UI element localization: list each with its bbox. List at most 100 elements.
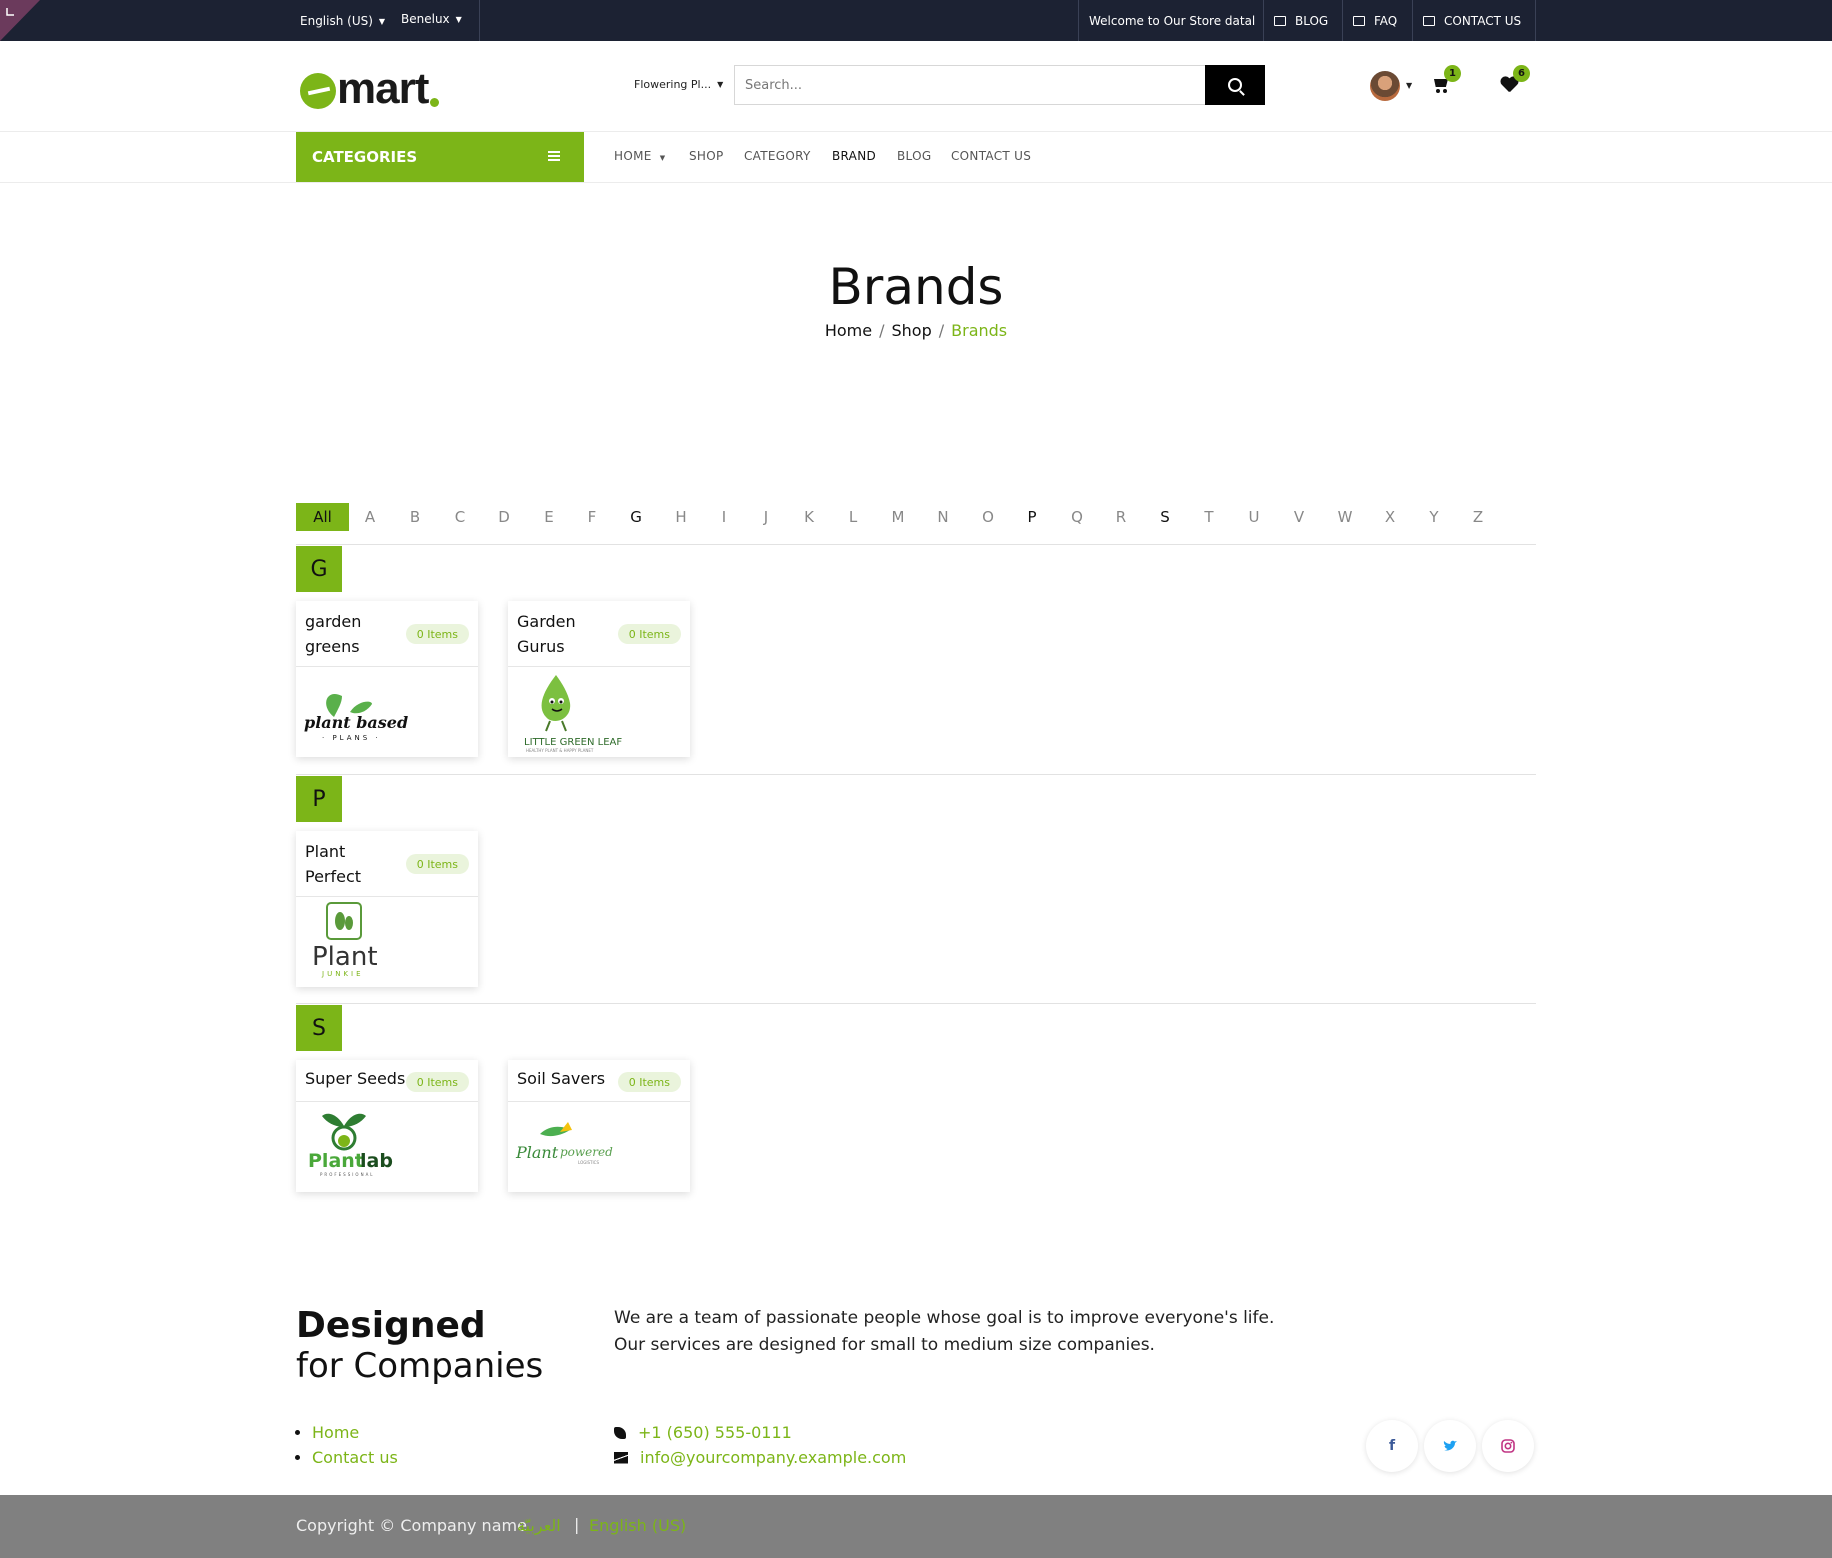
brand-item-count: 0 Items: [405, 1072, 469, 1092]
svg-text:Plant: Plant: [312, 942, 378, 972]
filter-letter-n[interactable]: N: [928, 503, 958, 531]
filter-letter-g[interactable]: G: [621, 503, 651, 531]
filter-letter-s[interactable]: S: [1150, 503, 1180, 531]
chevron-down-icon: ▼: [378, 16, 386, 26]
region-selector[interactable]: Benelux ▼: [401, 12, 462, 26]
plant-powered-logo-image: Plant powered LOGISTICS: [515, 1122, 613, 1165]
user-avatar[interactable]: [1370, 71, 1400, 101]
filter-letter-m[interactable]: M: [883, 503, 913, 531]
twitter-icon[interactable]: [1424, 1420, 1476, 1472]
filter-letter-l[interactable]: L: [838, 503, 868, 531]
filter-all[interactable]: All: [296, 503, 349, 531]
brand-card-soil-savers[interactable]: Soil Savers 0 Items Plant powered LOGIST…: [508, 1060, 690, 1192]
nav-home[interactable]: HOME ▼: [614, 149, 665, 163]
breadcrumb-shop[interactable]: Shop: [892, 321, 932, 340]
cart-count-badge: 1: [1444, 65, 1461, 82]
filter-letter-k[interactable]: K: [794, 503, 824, 531]
filter-letter-r[interactable]: R: [1106, 503, 1136, 531]
filter-letter-j[interactable]: J: [751, 503, 781, 531]
brand-card-super-seeds[interactable]: Super Seeds 0 Items Plant lab PROFESSION…: [296, 1060, 478, 1192]
search-button[interactable]: [1205, 65, 1265, 105]
svg-text:LOGISTICS: LOGISTICS: [578, 1160, 599, 1165]
language-selector[interactable]: English (US) ▼: [300, 14, 385, 28]
facebook-icon[interactable]: f: [1366, 1420, 1418, 1472]
svg-text:JUNKIE: JUNKIE: [321, 970, 364, 978]
brand-logo[interactable]: Plant JUNKIE: [296, 897, 478, 987]
filter-letter-q[interactable]: Q: [1062, 503, 1092, 531]
footer-description: We are a team of passionate people whose…: [614, 1308, 1275, 1355]
brand-name[interactable]: Plant Perfect: [305, 839, 400, 889]
footer-subtitle: for Companies: [296, 1346, 544, 1386]
filter-letter-a[interactable]: A: [355, 503, 385, 531]
corner-fold-icon: [0, 0, 40, 41]
filter-letter-u[interactable]: U: [1239, 503, 1269, 531]
top-bar: English (US) ▼ Benelux ▼ Welcome to Our St…: [0, 0, 1832, 41]
footer-title: Designed: [296, 1305, 486, 1346]
footer-phone[interactable]: +1 (650) 555-0111: [638, 1420, 792, 1445]
nav-shop[interactable]: SHOP: [689, 149, 724, 163]
header: mart Flowering Pl...▼ ▼ 1 6: [0, 41, 1832, 132]
brand-card-garden-gurus[interactable]: Garden Gurus 0 Items LITTLE GREEN LEAF H…: [508, 601, 690, 757]
brand-logo[interactable]: LITTLE GREEN LEAF HEALTHY PLANT & HAPPY …: [508, 667, 690, 757]
nav-blog[interactable]: BLOG: [897, 149, 931, 163]
topbar-faq-link[interactable]: FAQ: [1353, 0, 1397, 41]
brand-card-plant-perfect[interactable]: Plant Perfect 0 Items Plant JUNKIE: [296, 831, 478, 987]
filter-letter-c[interactable]: C: [445, 503, 475, 531]
page-title: Brands: [828, 258, 1004, 316]
filter-letter-o[interactable]: O: [973, 503, 1003, 531]
plant-based-logo-image: plant based · PLANS ·: [304, 694, 408, 742]
svg-text:PROFESSIONAL: PROFESSIONAL: [320, 1172, 375, 1177]
categories-button[interactable]: CATEGORIES: [296, 132, 584, 182]
footer-link-home[interactable]: Home: [312, 1423, 359, 1442]
language-arabic-link[interactable]: العربيّة: [517, 1516, 561, 1535]
chevron-down-icon[interactable]: ▼: [1406, 81, 1412, 90]
filter-letter-v[interactable]: V: [1284, 503, 1314, 531]
site-logo[interactable]: mart: [300, 61, 440, 111]
svg-text:LITTLE GREEN LEAF: LITTLE GREEN LEAF: [524, 737, 622, 748]
filter-letter-f[interactable]: F: [577, 503, 607, 531]
search-category-select[interactable]: Flowering Pl... ▼: [634, 78, 723, 91]
breadcrumb-home[interactable]: Home: [825, 321, 872, 340]
filter-letter-d[interactable]: D: [489, 503, 519, 531]
filter-letter-x[interactable]: X: [1375, 503, 1405, 531]
brand-card-garden-greens[interactable]: garden greens 0 Items plant based · PLAN…: [296, 601, 478, 757]
topbar-contact-link[interactable]: CONTACT US: [1423, 0, 1521, 41]
nav-category[interactable]: CATEGORY: [744, 149, 811, 163]
filter-letter-i[interactable]: I: [709, 503, 739, 531]
filter-letter-z[interactable]: Z: [1463, 503, 1493, 531]
group-letter-g: G: [296, 546, 342, 592]
breadcrumb: Home / Shop / Brands: [824, 321, 1008, 340]
footer-email[interactable]: info@yourcompany.example.com: [640, 1445, 906, 1470]
chevron-down-icon: ▼: [455, 14, 462, 24]
brand-name[interactable]: garden greens: [305, 609, 400, 659]
filter-letter-y[interactable]: Y: [1419, 503, 1449, 531]
brand-name[interactable]: Garden Gurus: [517, 609, 612, 659]
group-letter-p: P: [296, 776, 342, 822]
logo-e-mark: [300, 73, 336, 109]
topbar-blog-link[interactable]: BLOG: [1274, 0, 1328, 41]
search-bar: [734, 65, 1265, 105]
nav-brand[interactable]: BRAND: [832, 149, 876, 163]
nav-contact-us[interactable]: CONTACT US: [951, 149, 1031, 163]
main-navbar: CATEGORIES HOME ▼ SHOP CATEGORY BRAND BL…: [0, 132, 1832, 183]
filter-letter-b[interactable]: B: [400, 503, 430, 531]
brand-logo[interactable]: plant based · PLANS ·: [296, 667, 478, 757]
filter-letter-w[interactable]: W: [1330, 503, 1360, 531]
svg-text:lab: lab: [360, 1150, 393, 1172]
filter-letter-h[interactable]: H: [666, 503, 696, 531]
menu-icon: [548, 151, 560, 161]
brand-name[interactable]: Soil Savers: [517, 1066, 627, 1091]
brand-logo[interactable]: Plant powered LOGISTICS: [508, 1102, 690, 1192]
brand-item-count: 0 Items: [405, 624, 469, 644]
filter-letter-p[interactable]: P: [1017, 503, 1047, 531]
brand-item-count: 0 Items: [617, 624, 681, 644]
search-input[interactable]: [735, 66, 1205, 104]
brand-name[interactable]: Super Seeds: [305, 1066, 415, 1091]
filter-letter-t[interactable]: T: [1194, 503, 1224, 531]
footer-link-contact[interactable]: Contact us: [312, 1448, 398, 1467]
instagram-icon[interactable]: [1482, 1420, 1534, 1472]
welcome-text: Welcome to Our Store datal: [1089, 13, 1256, 28]
brand-logo[interactable]: Plant lab PROFESSIONAL: [296, 1102, 478, 1192]
language-english-link[interactable]: English (US): [589, 1516, 686, 1535]
filter-letter-e[interactable]: E: [534, 503, 564, 531]
